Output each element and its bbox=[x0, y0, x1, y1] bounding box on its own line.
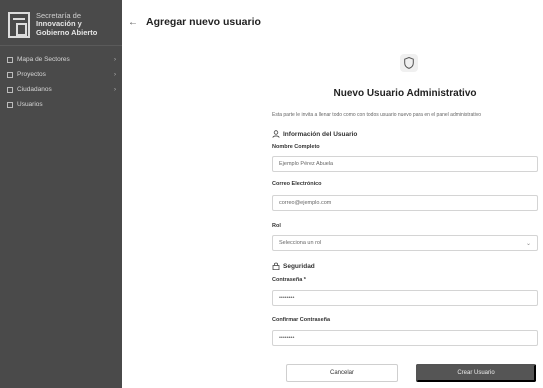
sidebar-item-usuarios[interactable]: Usuarios bbox=[0, 97, 122, 112]
folder-icon bbox=[7, 71, 13, 78]
email-label: Correo Electrónico bbox=[272, 181, 322, 187]
section-security: Seguridad bbox=[272, 262, 315, 270]
back-arrow-icon[interactable]: ← bbox=[126, 17, 140, 28]
sidebar-item-proyectos[interactable]: Proyectos › bbox=[0, 67, 122, 82]
confirm-password-label: Confirmar Contraseña bbox=[272, 317, 331, 323]
sidebar-item-label: Proyectos bbox=[17, 71, 46, 78]
confirm-password-input[interactable]: •••••••• bbox=[272, 330, 538, 346]
sidebar-item-mapa-de-sectores[interactable]: Mapa de Sectores › bbox=[0, 52, 122, 67]
chevron-down-icon: ⌄ bbox=[525, 240, 531, 247]
people-icon bbox=[7, 86, 13, 93]
email-input[interactable]: correo@ejemplo.com bbox=[272, 195, 538, 211]
chevron-right-icon: › bbox=[114, 71, 116, 78]
user-icon bbox=[7, 101, 13, 108]
new-user-form: Nuevo Usuario Administrativo Esta parte … bbox=[270, 44, 540, 386]
user-icon bbox=[272, 130, 280, 138]
section-user-info: Información del Usuario bbox=[272, 130, 357, 138]
password-input[interactable]: •••••••• bbox=[272, 290, 538, 306]
name-input-value: Ejemplo Pérez Abuela bbox=[279, 161, 334, 167]
shield-icon-graphic bbox=[404, 57, 414, 69]
map-icon bbox=[7, 56, 13, 63]
sidebar-item-label: Mapa de Sectores bbox=[17, 56, 70, 63]
page-header: ← Agregar nuevo usuario bbox=[122, 14, 261, 30]
sidebar-item-label: Usuarios bbox=[17, 101, 43, 108]
password-input-value: •••••••• bbox=[279, 295, 295, 301]
form-title: Nuevo Usuario Administrativo bbox=[333, 88, 477, 99]
email-input-value: correo@ejemplo.com bbox=[279, 200, 332, 206]
logo[interactable]: Secretaría de Innovación y Gobierno Abie… bbox=[0, 0, 122, 46]
role-select[interactable]: Selecciona un rol ⌄ bbox=[272, 235, 538, 251]
shield-icon bbox=[400, 54, 418, 72]
role-select-value: Selecciona un rol bbox=[279, 240, 322, 246]
lock-icon bbox=[272, 262, 280, 270]
name-input[interactable]: Ejemplo Pérez Abuela bbox=[272, 156, 538, 172]
cancel-button[interactable]: Cancelar bbox=[286, 364, 398, 382]
section-user-info-label: Información del Usuario bbox=[283, 130, 358, 138]
form-description: Esta parte le invita a llenar todo como … bbox=[272, 112, 482, 118]
sidebar: Secretaría de Innovación y Gobierno Abie… bbox=[0, 0, 122, 388]
sidebar-item-label: Ciudadanos bbox=[17, 86, 52, 93]
confirm-password-input-value: •••••••• bbox=[279, 335, 295, 341]
role-label: Rol bbox=[272, 223, 281, 229]
sidebar-nav: Mapa de Sectores › Proyectos › Ciudadano… bbox=[0, 52, 122, 112]
chevron-right-icon: › bbox=[114, 86, 116, 93]
section-security-label: Seguridad bbox=[283, 262, 315, 270]
chevron-right-icon: › bbox=[114, 56, 116, 63]
password-label: Contraseña * bbox=[272, 277, 306, 283]
name-label: Nombre Completo bbox=[272, 144, 320, 150]
logo-line-3: Gobierno Abierto bbox=[36, 27, 98, 37]
create-user-button[interactable]: Crear Usuario bbox=[416, 364, 536, 382]
logo-text: Secretaría de Innovación y Gobierno Abie… bbox=[36, 11, 98, 38]
sidebar-item-ciudadanos[interactable]: Ciudadanos › bbox=[0, 82, 122, 97]
logo-icon bbox=[8, 11, 30, 38]
page-title: Agregar nuevo usuario bbox=[146, 16, 261, 28]
